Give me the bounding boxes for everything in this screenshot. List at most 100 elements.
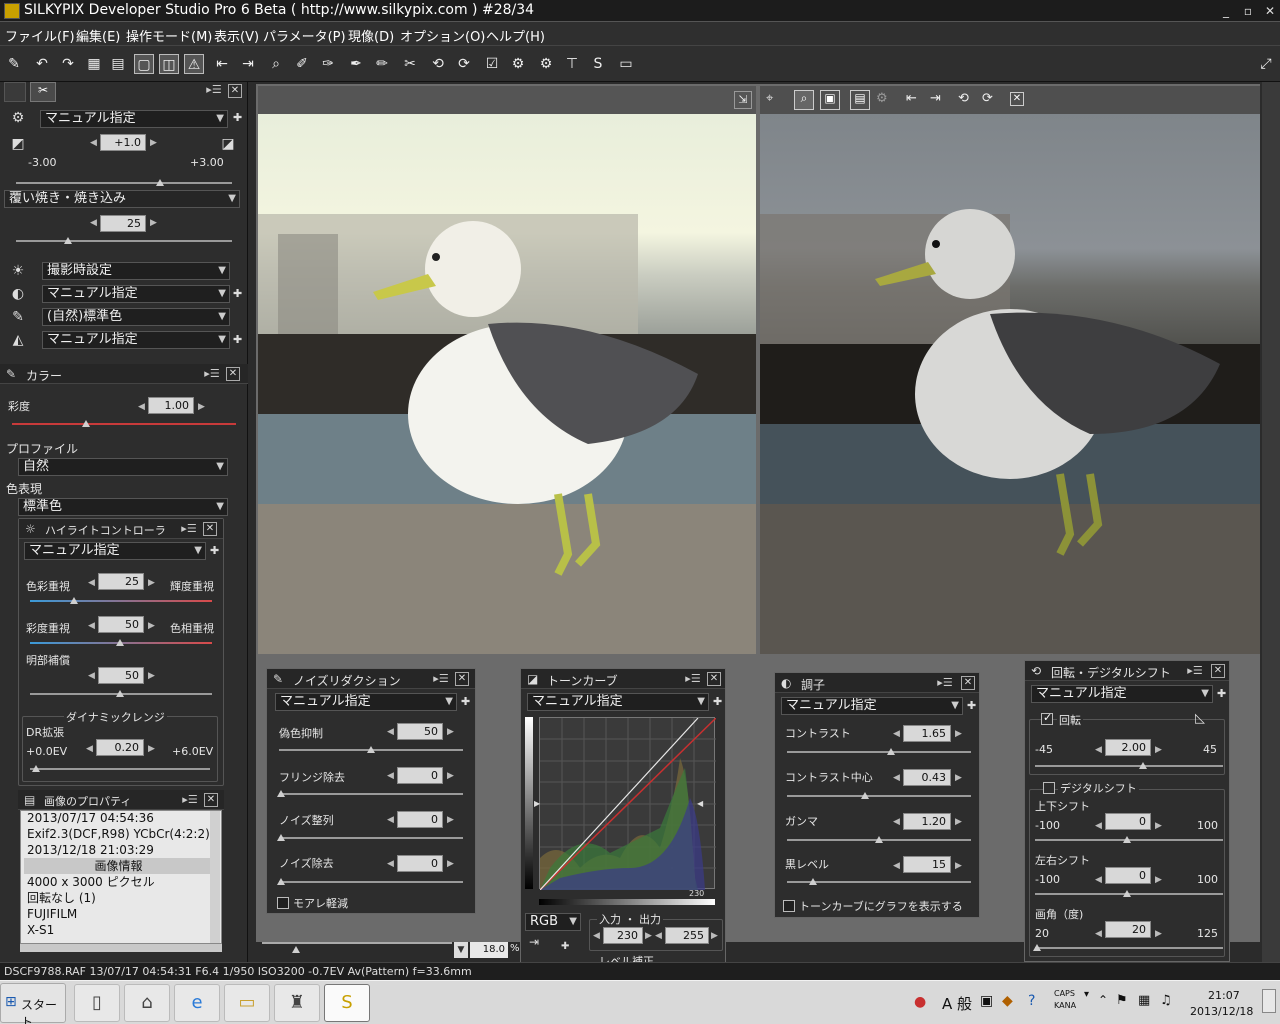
original-photo[interactable]	[258, 114, 756, 654]
decrement-arrow[interactable]: ◀	[1095, 875, 1102, 885]
zoom-slider[interactable]	[262, 942, 452, 944]
gamma-value[interactable]: 1.20	[903, 813, 951, 830]
taskbar-silkypix-icon[interactable]: S	[324, 984, 370, 1022]
curve-preset-select[interactable]: マニュアル指定 ▼	[527, 693, 709, 711]
rotate-slider[interactable]	[1035, 765, 1223, 767]
show-desktop-button[interactable]	[1262, 989, 1276, 1013]
dodge-slider-knob[interactable]	[64, 237, 72, 244]
increment-arrow[interactable]: ▶	[447, 727, 454, 737]
next-icon[interactable]: ⇥	[238, 54, 258, 74]
saturation-slider-knob[interactable]	[82, 420, 90, 427]
dr-value[interactable]: 0.20	[96, 739, 144, 756]
tray-tool-icon[interactable]: ◆	[1002, 993, 1013, 1009]
crop-icon[interactable]: ⊤	[562, 54, 582, 74]
check-icon[interactable]: ☑	[482, 54, 502, 74]
fullscreen-icon[interactable]: ⤢	[1256, 54, 1276, 74]
folder-tab-icon[interactable]	[4, 82, 26, 102]
noise-remove-knob[interactable]	[277, 878, 285, 885]
panel-close-icon[interactable]: ✕	[961, 676, 975, 690]
decrement-arrow[interactable]: ◀	[655, 931, 662, 941]
panel-close-icon[interactable]: ✕	[228, 84, 242, 98]
gear-icon[interactable]: ⚙	[8, 108, 28, 128]
increment-arrow[interactable]: ▶	[148, 744, 155, 754]
decrement-arrow[interactable]: ◀	[88, 578, 95, 588]
right-scrollbar[interactable]	[1262, 82, 1280, 962]
panel-menu-icon[interactable]: ▸☰	[204, 366, 220, 382]
rotate-left-icon[interactable]: ⟲	[428, 54, 448, 74]
view-angle-knob[interactable]	[1033, 944, 1041, 951]
increment-arrow[interactable]: ▶	[148, 578, 155, 588]
increment-arrow[interactable]: ▶	[955, 817, 962, 827]
view-angle-slider[interactable]	[1035, 947, 1223, 949]
tray-expand-icon[interactable]: ⌃	[1098, 993, 1108, 1007]
taskbar-explorer-icon[interactable]: ▭	[224, 984, 270, 1022]
volume-icon[interactable]: ♫	[1160, 993, 1172, 1008]
panel-menu-icon[interactable]: ▸☰	[181, 521, 197, 537]
noise-remove-slider[interactable]	[279, 881, 463, 883]
tone-curve-graph[interactable]	[539, 717, 717, 891]
taskbar-network-icon[interactable]: ⌂	[124, 984, 170, 1022]
close-view-icon[interactable]: ✕	[1010, 92, 1024, 106]
noise-align-knob[interactable]	[277, 834, 285, 841]
pin-icon[interactable]: ⌖	[766, 91, 773, 106]
gray-dropper-icon[interactable]: ✑	[318, 54, 338, 74]
dodge-slider[interactable]	[16, 240, 232, 242]
noise-align-slider[interactable]	[279, 837, 463, 839]
zoom-slider-knob[interactable]	[292, 946, 300, 953]
color-expression-select[interactable]: 標準色 ▼	[18, 498, 228, 516]
color-icon[interactable]: ✎	[8, 307, 28, 327]
decrement-arrow[interactable]: ◀	[387, 815, 394, 825]
contrast-knob[interactable]	[887, 748, 895, 755]
silkypix-icon[interactable]: S	[588, 54, 608, 74]
show-graph-checkbox[interactable]	[783, 900, 795, 912]
network-icon[interactable]: ▦	[1138, 993, 1150, 1008]
zoom-value[interactable]: 18.0	[470, 942, 508, 958]
decrement-arrow[interactable]: ◀	[1095, 821, 1102, 831]
histogram-icon[interactable]: ▤	[850, 90, 870, 110]
batch-icon[interactable]: ⚙	[536, 54, 556, 74]
rotation-preset-select[interactable]: マニュアル指定 ▼	[1031, 685, 1213, 703]
filmstrip-view-icon[interactable]: ▤	[108, 54, 128, 74]
increment-arrow[interactable]: ▶	[150, 138, 157, 148]
digital-shift-checkbox[interactable]	[1043, 782, 1055, 794]
panel-close-icon[interactable]: ✕	[1211, 664, 1225, 678]
properties-scrollbar[interactable]	[210, 811, 220, 943]
undo-icon[interactable]: ↶	[32, 54, 52, 74]
view-angle-value[interactable]: 20	[1105, 921, 1151, 938]
tone-preset-select[interactable]: マニュアル指定 ▼	[781, 697, 963, 715]
dodge-burn-select[interactable]: 覆い焼き・焼き込み ▼	[4, 190, 240, 208]
rotate-checkbox[interactable]	[1041, 711, 1053, 725]
ime-indicator[interactable]: A 般	[942, 993, 972, 1014]
highlight-v2-value[interactable]: 50	[98, 616, 144, 633]
add-icon[interactable]: ✚	[1217, 687, 1226, 700]
angle-tool-icon[interactable]: ◺	[1195, 711, 1205, 726]
decrement-arrow[interactable]: ◀	[893, 729, 900, 739]
wb-preset-select[interactable]: 撮影時設定 ▼	[42, 262, 230, 280]
increment-arrow[interactable]: ▶	[955, 861, 962, 871]
decrement-arrow[interactable]: ◀	[88, 671, 95, 681]
panel-menu-icon[interactable]: ▸☰	[206, 82, 222, 98]
tone-preset-select[interactable]: マニュアル指定 ▼	[42, 285, 230, 303]
panel-close-icon[interactable]: ✕	[455, 672, 469, 686]
taskbar-ie-icon[interactable]: e	[174, 984, 220, 1022]
monitor-icon[interactable]: ▭	[616, 54, 636, 74]
add-icon[interactable]: ✚	[233, 111, 242, 124]
increment-arrow[interactable]: ▶	[447, 815, 454, 825]
fringe-knob[interactable]	[277, 790, 285, 797]
close-button[interactable]: ✕	[1260, 2, 1280, 20]
decrement-arrow[interactable]: ◀	[90, 138, 97, 148]
decrement-arrow[interactable]: ◀	[387, 859, 394, 869]
panel-menu-icon[interactable]: ▸☰	[433, 671, 449, 687]
decrement-arrow[interactable]: ◀	[90, 218, 97, 228]
add-icon[interactable]: ✚	[967, 699, 976, 712]
black-level-knob[interactable]	[809, 878, 817, 885]
black-level-value[interactable]: 15	[903, 856, 951, 873]
parameter-tab-icon[interactable]: ✂	[30, 82, 56, 102]
dr-slider[interactable]	[30, 768, 210, 770]
menu-mode[interactable]: 操作モード(M)	[126, 26, 212, 45]
exposure-preset-select[interactable]: マニュアル指定 ▼	[40, 110, 228, 128]
false-color-knob[interactable]	[367, 746, 375, 753]
vshift-value[interactable]: 0	[1105, 813, 1151, 830]
warning-icon[interactable]: ⚠	[184, 54, 204, 74]
rotate-right-icon[interactable]: ⟳	[982, 91, 993, 106]
